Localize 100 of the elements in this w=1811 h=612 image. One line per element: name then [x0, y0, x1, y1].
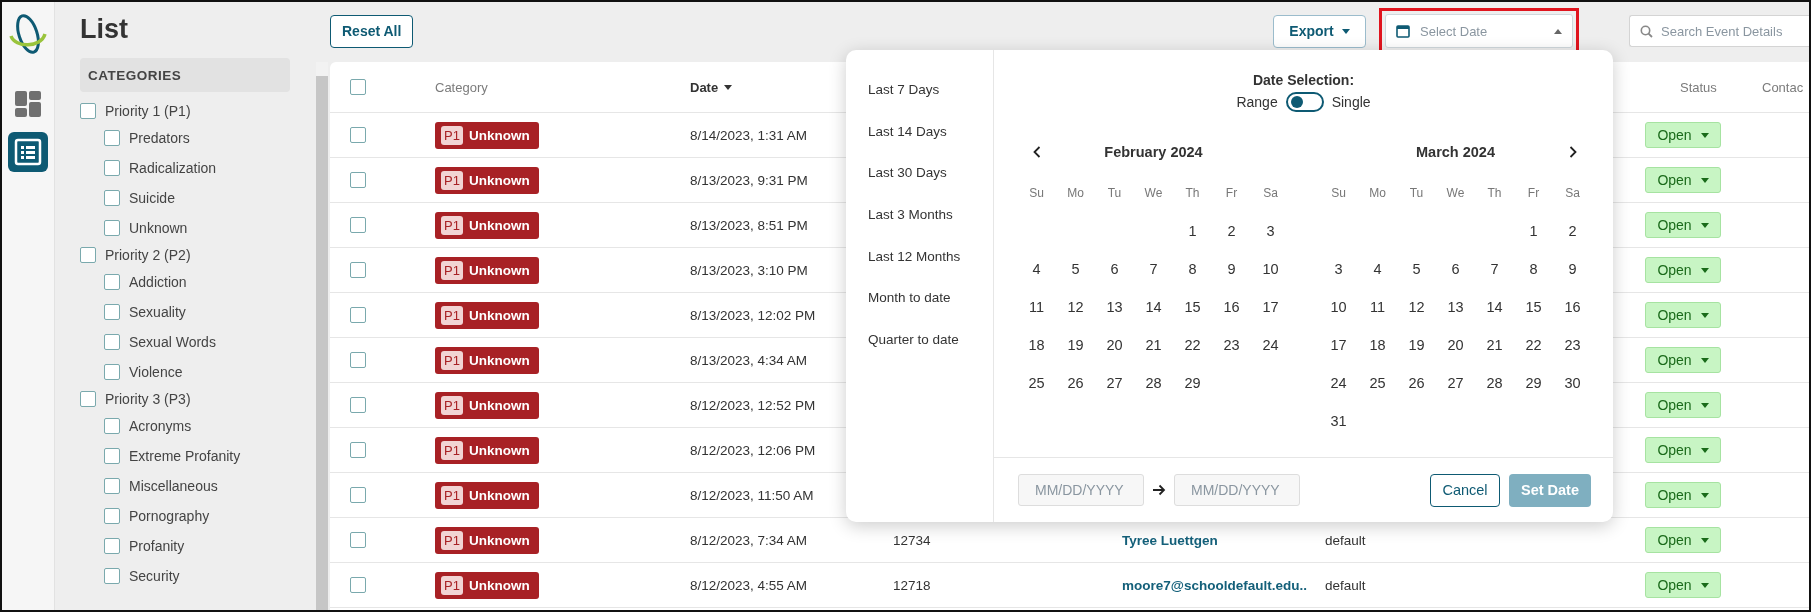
- day-cell[interactable]: 24: [1330, 374, 1347, 392]
- status-dropdown[interactable]: Open: [1645, 257, 1721, 283]
- day-cell[interactable]: 23: [1223, 336, 1240, 354]
- day-cell[interactable]: 13: [1447, 298, 1464, 316]
- status-dropdown[interactable]: Open: [1645, 212, 1721, 238]
- day-cell[interactable]: 3: [1334, 260, 1343, 278]
- day-cell[interactable]: 11: [1369, 298, 1386, 316]
- preset-option[interactable]: Quarter to date: [868, 318, 959, 361]
- checkbox[interactable]: [350, 442, 366, 458]
- day-cell[interactable]: 27: [1447, 374, 1464, 392]
- day-cell[interactable]: 4: [1373, 260, 1382, 278]
- day-cell[interactable]: 26: [1408, 374, 1425, 392]
- preset-option[interactable]: Last 30 Days: [868, 152, 947, 194]
- day-cell[interactable]: 5: [1071, 260, 1080, 278]
- day-cell[interactable]: 12: [1067, 298, 1084, 316]
- day-cell[interactable]: 17: [1330, 336, 1347, 354]
- day-cell[interactable]: 30: [1564, 374, 1581, 392]
- day-cell[interactable]: 15: [1184, 298, 1201, 316]
- day-cell[interactable]: 28: [1486, 374, 1503, 392]
- day-cell[interactable]: 16: [1564, 298, 1581, 316]
- checkbox[interactable]: [350, 79, 366, 95]
- export-button[interactable]: Export: [1273, 14, 1366, 48]
- preset-option[interactable]: Last 12 Months: [868, 235, 961, 277]
- preset-option[interactable]: Last 7 Days: [868, 69, 940, 111]
- status-dropdown[interactable]: Open: [1645, 437, 1721, 463]
- checkbox[interactable]: [80, 247, 96, 263]
- day-cell[interactable]: 7: [1490, 260, 1499, 278]
- checkbox[interactable]: [104, 538, 120, 554]
- checkbox[interactable]: [104, 190, 120, 206]
- status-dropdown[interactable]: Open: [1645, 167, 1721, 193]
- search-input[interactable]: Search Event Details: [1661, 23, 1809, 39]
- checkbox[interactable]: [80, 103, 96, 119]
- day-cell[interactable]: 18: [1028, 336, 1045, 354]
- day-cell[interactable]: 11: [1028, 298, 1045, 316]
- checkbox[interactable]: [350, 307, 366, 323]
- status-dropdown[interactable]: Open: [1645, 572, 1721, 598]
- day-cell[interactable]: 4: [1032, 260, 1041, 278]
- day-cell[interactable]: 1: [1188, 222, 1197, 240]
- day-cell[interactable]: 16: [1223, 298, 1240, 316]
- date-input[interactable]: Select Date: [1420, 23, 1544, 39]
- day-cell[interactable]: 10: [1262, 260, 1279, 278]
- day-cell[interactable]: 21: [1145, 336, 1162, 354]
- status-dropdown[interactable]: Open: [1645, 122, 1721, 148]
- date-field[interactable]: Select Date: [1385, 14, 1573, 48]
- start-date-field[interactable]: MM/DD/YYYY: [1018, 474, 1144, 506]
- checkbox[interactable]: [350, 262, 366, 278]
- day-cell[interactable]: 25: [1028, 374, 1045, 392]
- checkbox[interactable]: [104, 418, 120, 434]
- checkbox[interactable]: [104, 478, 120, 494]
- contact-link[interactable]: Tyree Luettgen: [1122, 532, 1218, 548]
- day-cell[interactable]: 25: [1369, 374, 1386, 392]
- end-date-input[interactable]: MM/DD/YYYY: [1191, 482, 1299, 498]
- checkbox[interactable]: [350, 532, 366, 548]
- cancel-button[interactable]: Cancel: [1430, 473, 1500, 507]
- day-cell[interactable]: 9: [1568, 260, 1577, 278]
- day-cell[interactable]: 28: [1145, 374, 1162, 392]
- checkbox[interactable]: [104, 130, 120, 146]
- status-dropdown[interactable]: Open: [1645, 482, 1721, 508]
- day-cell[interactable]: 21: [1486, 336, 1503, 354]
- day-cell[interactable]: 17: [1262, 298, 1279, 316]
- day-cell[interactable]: 15: [1525, 298, 1542, 316]
- day-cell[interactable]: 6: [1110, 260, 1119, 278]
- day-cell[interactable]: 7: [1149, 260, 1158, 278]
- checkbox[interactable]: [350, 172, 366, 188]
- day-cell[interactable]: 20: [1447, 336, 1464, 354]
- checkbox[interactable]: [104, 568, 120, 584]
- day-cell[interactable]: 13: [1106, 298, 1123, 316]
- checkbox[interactable]: [104, 304, 120, 320]
- day-cell[interactable]: 26: [1067, 374, 1084, 392]
- day-cell[interactable]: 8: [1188, 260, 1197, 278]
- status-dropdown[interactable]: Open: [1645, 392, 1721, 418]
- day-cell[interactable]: 24: [1262, 336, 1279, 354]
- day-cell[interactable]: 29: [1184, 374, 1201, 392]
- day-cell[interactable]: 6: [1451, 260, 1460, 278]
- day-cell[interactable]: 1: [1529, 222, 1538, 240]
- checkbox[interactable]: [104, 160, 120, 176]
- day-cell[interactable]: 18: [1369, 336, 1386, 354]
- mode-toggle[interactable]: [1285, 92, 1324, 112]
- checkbox[interactable]: [104, 448, 120, 464]
- day-cell[interactable]: 19: [1067, 336, 1084, 354]
- status-dropdown[interactable]: Open: [1645, 347, 1721, 373]
- checkbox[interactable]: [350, 352, 366, 368]
- day-cell[interactable]: 22: [1525, 336, 1542, 354]
- day-cell[interactable]: 14: [1486, 298, 1503, 316]
- preset-option[interactable]: Last 14 Days: [868, 110, 947, 153]
- checkbox[interactable]: [104, 364, 120, 380]
- checkbox[interactable]: [350, 577, 366, 593]
- day-cell[interactable]: 2: [1568, 222, 1577, 240]
- preset-option[interactable]: Last 3 Months: [868, 193, 953, 236]
- checkbox[interactable]: [104, 508, 120, 524]
- status-dropdown[interactable]: Open: [1645, 302, 1721, 328]
- checkbox[interactable]: [104, 220, 120, 236]
- day-cell[interactable]: 8: [1529, 260, 1538, 278]
- reset-button[interactable]: Reset All: [330, 14, 414, 48]
- contact-link[interactable]: moore7@schooldefault.edu..: [1122, 577, 1307, 593]
- checkbox[interactable]: [104, 334, 120, 350]
- day-cell[interactable]: 3: [1266, 222, 1275, 240]
- day-cell[interactable]: 22: [1184, 336, 1201, 354]
- preset-option[interactable]: Month to date: [868, 276, 951, 319]
- day-cell[interactable]: 12: [1408, 298, 1425, 316]
